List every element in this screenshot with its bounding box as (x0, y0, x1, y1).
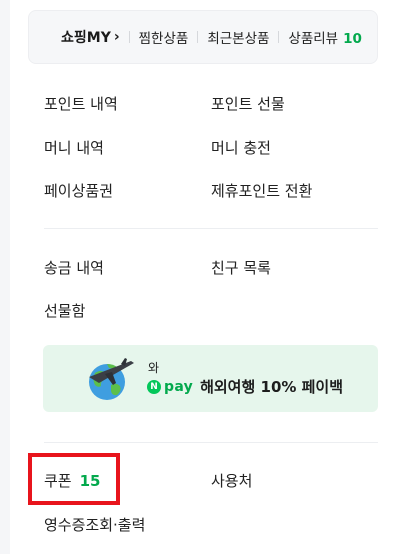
friend-list-link[interactable]: 친구 목록 (211, 257, 271, 278)
merchants-link[interactable]: 사용처 (211, 470, 252, 491)
npay-n-icon: N (147, 379, 161, 394)
chevron-right-icon: › (113, 29, 120, 45)
shopping-my-link[interactable]: 쇼핑MY › (61, 27, 120, 47)
money-history-link[interactable]: 머니 내역 (44, 137, 104, 158)
coupon-highlight-box (28, 453, 120, 505)
shopping-my-bar: 쇼핑MY › 찜한상품 최근본상품 상품리뷰 10 (28, 10, 378, 64)
section-divider (44, 442, 378, 443)
point-gift-link[interactable]: 포인트 선물 (211, 93, 285, 114)
product-reviews-label: 상품리뷰 (288, 31, 339, 47)
left-edge-strip (0, 0, 10, 554)
partner-point-convert-link[interactable]: 제휴포인트 전환 (211, 180, 312, 201)
pay-voucher-link[interactable]: 페이상품권 (44, 180, 113, 201)
travel-payback-banner[interactable]: 와 N pay 해외여행 10% 페이백 (43, 345, 378, 412)
money-charge-link[interactable]: 머니 충전 (211, 137, 271, 158)
banner-promo: N pay 해외여행 10% 페이백 (147, 376, 343, 397)
divider (128, 31, 130, 43)
section-divider (44, 228, 378, 229)
recent-viewed-link[interactable]: 최근본상품 (207, 27, 269, 47)
divider (278, 31, 280, 43)
banner-promo-text: 해외여행 10% 페이백 (200, 378, 344, 396)
product-reviews-link[interactable]: 상품리뷰 10 (288, 27, 361, 47)
receipt-lookup-link[interactable]: 영수증조회·출력 (44, 514, 145, 535)
banner-with-label: 와 (148, 361, 160, 375)
wishlist-link[interactable]: 찜한상품 (139, 27, 189, 47)
gift-box-link[interactable]: 선물함 (44, 300, 85, 321)
transfer-history-link[interactable]: 송금 내역 (44, 257, 104, 278)
divider (197, 31, 199, 43)
shopping-my-label: 쇼핑MY (61, 30, 111, 46)
npay-pay-logo: pay (164, 378, 194, 395)
point-history-link[interactable]: 포인트 내역 (44, 93, 118, 114)
product-reviews-count: 10 (343, 31, 362, 47)
globe-airplane-icon (89, 358, 134, 400)
